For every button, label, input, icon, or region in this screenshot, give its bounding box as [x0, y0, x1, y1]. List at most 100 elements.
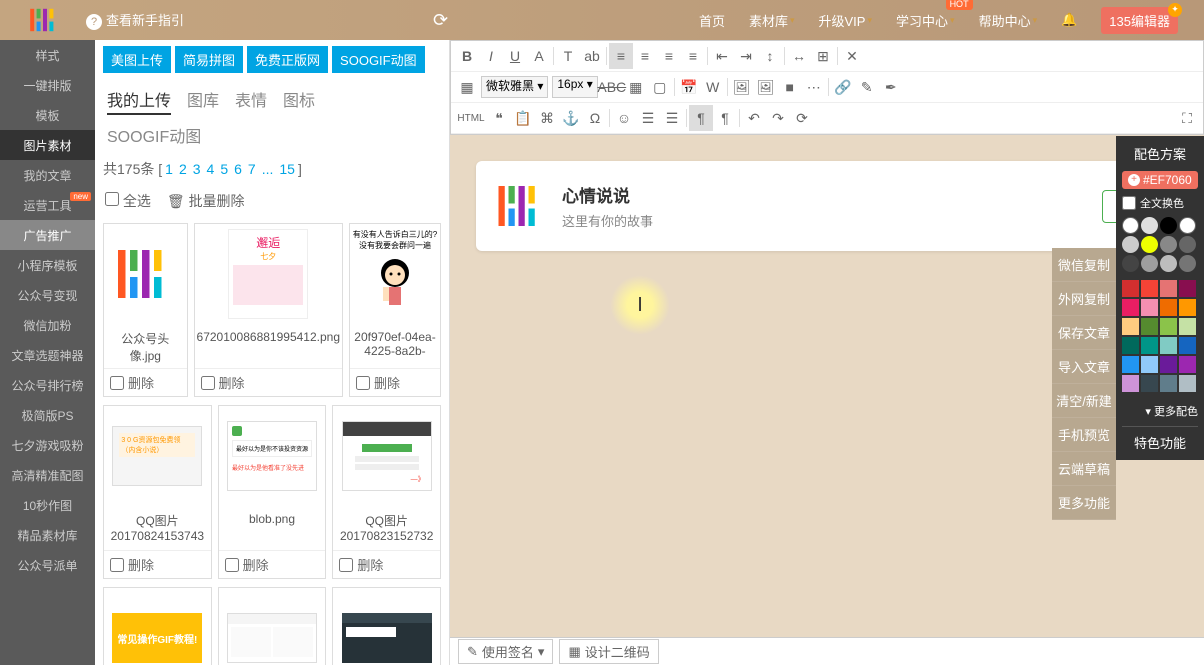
swatch-color-4[interactable] [1122, 299, 1139, 316]
anchor-icon[interactable]: ⚓ [559, 105, 583, 131]
page-link-6[interactable]: 6 [231, 161, 245, 177]
sidebar-item-11[interactable]: 公众号排行榜 [0, 370, 95, 400]
align-justify-icon[interactable]: ≡ [681, 43, 705, 69]
sidebar-item-8[interactable]: 公众号变现 [0, 280, 95, 310]
sidebar-item-10[interactable]: 文章选题神器 [0, 340, 95, 370]
highlight-icon[interactable]: ab [580, 43, 604, 69]
page-link-2[interactable]: 2 [176, 161, 190, 177]
refresh-icon[interactable]: ⟳ [421, 10, 460, 31]
emoji-icon[interactable]: ☺ [612, 105, 636, 131]
swatch-color-21[interactable] [1141, 375, 1158, 392]
swatch-color-10[interactable] [1160, 318, 1177, 335]
page-link-1[interactable]: 1 [162, 161, 176, 177]
card-delete[interactable]: 删除 [350, 368, 440, 396]
image-card[interactable]: 最好以为是你不该投资资源最好以为是他看准了没先进blob.png 删除 [218, 405, 327, 579]
palette-icon[interactable]: ▦ [455, 74, 479, 100]
sidebar-item-13[interactable]: 七夕游戏吸粉 [0, 430, 95, 460]
swatch-neutral-1[interactable] [1141, 217, 1158, 234]
ltr-icon[interactable]: ¶ [689, 105, 713, 131]
paste-icon[interactable]: 📋 [511, 105, 535, 131]
card-delete[interactable]: 删除 [333, 550, 440, 578]
swatch-neutral-0[interactable] [1122, 217, 1139, 234]
page-link-3[interactable]: 3 [190, 161, 204, 177]
swatch-neutral-9[interactable] [1141, 255, 1158, 272]
sidebar-item-5[interactable]: 运营工具new [0, 190, 95, 220]
swatch-color-0[interactable] [1122, 280, 1139, 297]
nav-material[interactable]: 素材库▾ [739, 0, 805, 40]
page-link-...[interactable]: ... [259, 161, 277, 177]
swatch-color-18[interactable] [1160, 356, 1177, 373]
strike-icon[interactable]: ABC [600, 74, 624, 100]
page-link-5[interactable]: 5 [217, 161, 231, 177]
card-delete[interactable]: 删除 [219, 550, 326, 578]
indent-icon[interactable]: ⇤ [710, 43, 734, 69]
nav-vip[interactable]: 升级VIP▾ [809, 0, 883, 40]
mtab-0[interactable]: 我的上传 [107, 85, 171, 115]
page-link-7[interactable]: 7 [245, 161, 259, 177]
card-delete[interactable]: 删除 [195, 368, 342, 396]
swatch-neutral-8[interactable] [1122, 255, 1139, 272]
bell-icon[interactable]: 🔔 [1051, 0, 1087, 40]
swatch-color-2[interactable] [1160, 280, 1177, 297]
swatch-color-1[interactable] [1141, 280, 1158, 297]
video-icon[interactable]: ■ [778, 74, 802, 100]
swatch-color-14[interactable] [1160, 337, 1177, 354]
image-card[interactable]: 有没有人告诉白三儿的?没有我要会群问一遍20f970ef-04ea-4225-8… [349, 223, 441, 397]
sidebar-item-2[interactable]: 模板 [0, 100, 95, 130]
fullscreen-icon[interactable]: ⛶ [1175, 105, 1199, 131]
logo[interactable] [8, 0, 78, 40]
letter-spacing-icon[interactable]: ↔ [787, 43, 811, 69]
action-5[interactable]: 手机预览 [1052, 418, 1116, 452]
sidebar-item-6[interactable]: 广告推广 [0, 220, 95, 250]
font-format-icon[interactable]: T [556, 43, 580, 69]
margin-icon[interactable]: ⊞ [811, 43, 835, 69]
quote-icon[interactable]: ❝ [487, 105, 511, 131]
swatch-neutral-6[interactable] [1160, 236, 1177, 253]
calendar-icon[interactable]: 📅 [677, 74, 701, 100]
sidebar-item-17[interactable]: 公众号派单 [0, 550, 95, 580]
sidebar-item-1[interactable]: 一键排版 [0, 70, 95, 100]
action-2[interactable]: 保存文章 [1052, 316, 1116, 350]
word-icon[interactable]: W [701, 74, 725, 100]
swatch-color-8[interactable] [1122, 318, 1139, 335]
swatch-neutral-2[interactable] [1160, 217, 1177, 234]
swatch-color-19[interactable] [1179, 356, 1196, 373]
nav-help[interactable]: 帮助中心▾ [969, 0, 1048, 40]
select-all[interactable]: 全选 [105, 191, 151, 211]
page-link-15[interactable]: 15 [276, 161, 298, 177]
nav-brand[interactable]: 135编辑器✦ [1091, 0, 1188, 40]
rtl-icon[interactable]: ¶ [713, 105, 737, 131]
swatch-color-7[interactable] [1179, 299, 1196, 316]
sidebar-item-3[interactable]: 图片素材 [0, 130, 95, 160]
sidebar-item-15[interactable]: 10秒作图 [0, 490, 95, 520]
line-height-icon[interactable]: ↕ [758, 43, 782, 69]
swatch-neutral-11[interactable] [1179, 255, 1196, 272]
image-card[interactable]: —》QQ图片20170823152732 删除 [332, 405, 441, 579]
multi-image-icon[interactable]: 🖼 [754, 74, 778, 100]
history-icon[interactable]: ⟳ [790, 105, 814, 131]
sidebar-item-16[interactable]: 精品素材库 [0, 520, 95, 550]
border-icon[interactable]: ▢ [648, 74, 672, 100]
color-panel-footer[interactable]: 特色功能 [1122, 426, 1198, 454]
redo-icon[interactable]: ↷ [766, 105, 790, 131]
font-color-icon[interactable]: A [527, 43, 551, 69]
subtab-2[interactable]: 免费正版网 [247, 46, 328, 73]
undo-icon[interactable]: ↶ [742, 105, 766, 131]
swatch-color-9[interactable] [1141, 318, 1158, 335]
bold-icon[interactable]: B [455, 43, 479, 69]
full-replace-check[interactable]: 全文换色 [1122, 195, 1198, 211]
clear-format-icon[interactable]: ✕ [840, 43, 864, 69]
swatch-color-3[interactable] [1179, 280, 1196, 297]
action-7[interactable]: 更多功能 [1052, 486, 1116, 520]
swatch-neutral-5[interactable] [1141, 236, 1158, 253]
align-left-icon[interactable]: ≡ [609, 43, 633, 69]
swatch-color-17[interactable] [1141, 356, 1158, 373]
swatch-color-12[interactable] [1122, 337, 1139, 354]
table-icon[interactable]: ▦ [624, 74, 648, 100]
page-link-4[interactable]: 4 [204, 161, 218, 177]
subtab-1[interactable]: 简易拼图 [175, 46, 243, 73]
html-icon[interactable]: HTML [455, 105, 487, 131]
sidebar-item-14[interactable]: 高清精准配图 [0, 460, 95, 490]
sidebar-item-9[interactable]: 微信加粉 [0, 310, 95, 340]
action-3[interactable]: 导入文章 [1052, 350, 1116, 384]
